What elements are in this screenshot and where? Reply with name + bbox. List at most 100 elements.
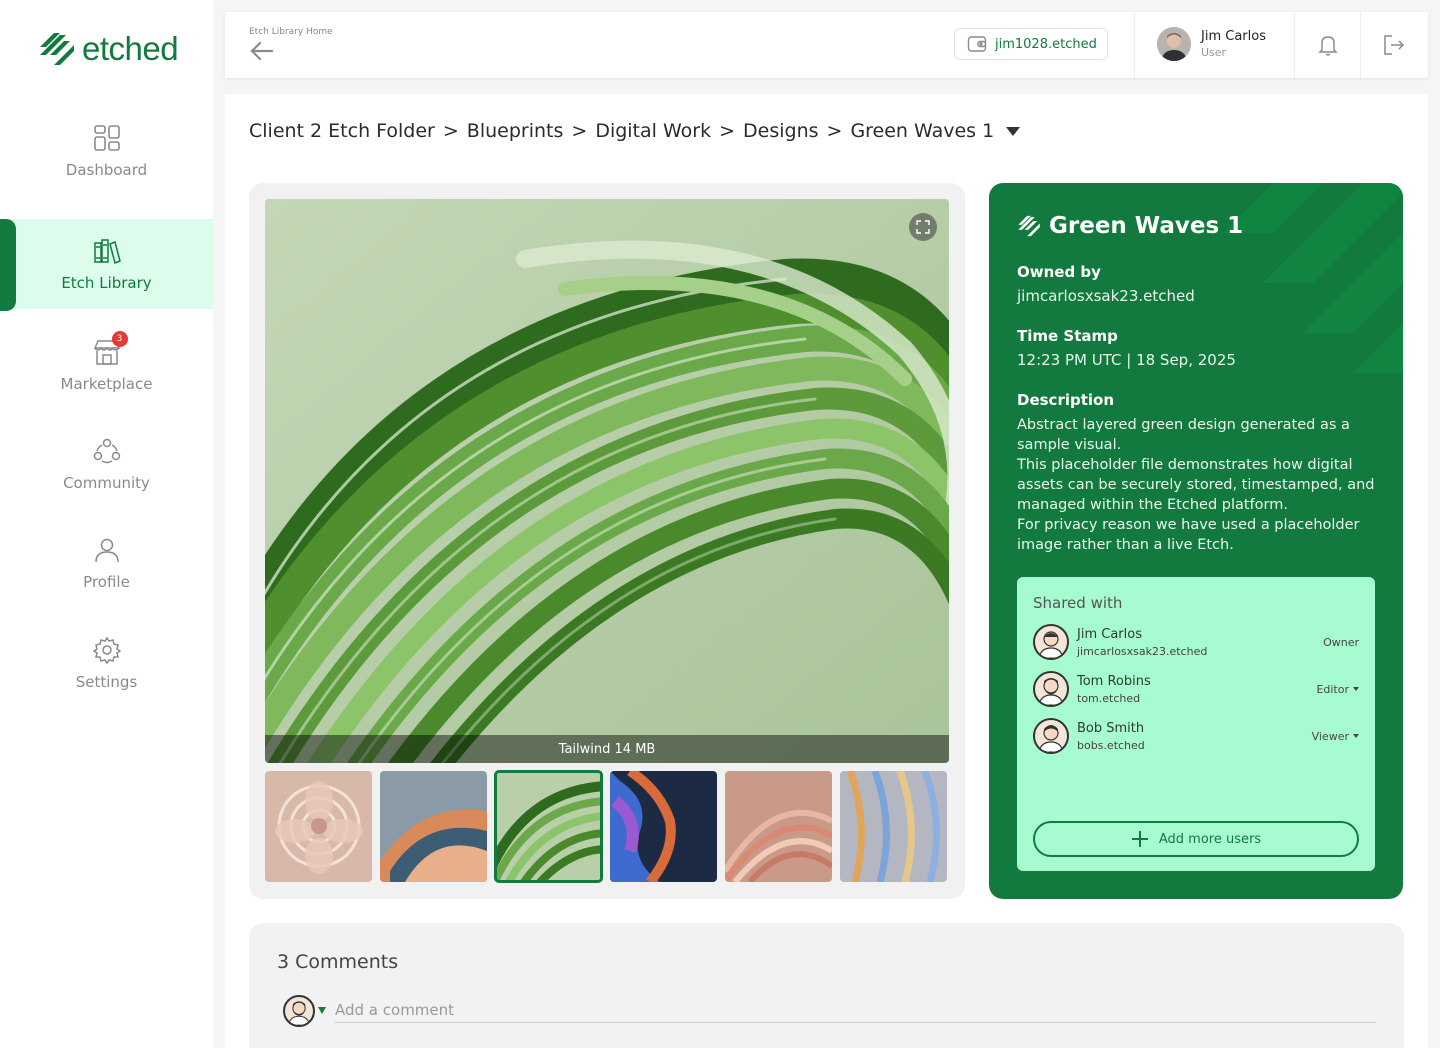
breadcrumb-item[interactable]: Blueprints: [467, 120, 564, 142]
thumbnail[interactable]: [265, 771, 372, 882]
etched-logo-icon: [40, 33, 74, 65]
thumbnail[interactable]: [380, 771, 487, 882]
top-bar: Etch Library Home jim1028.etched Jim Car…: [225, 12, 1428, 78]
sidebar-item-profile[interactable]: Profile: [0, 518, 213, 608]
logo-wordmark: etched: [82, 30, 179, 67]
shared-user-row: Bob Smith bobs.etched Viewer: [1033, 716, 1359, 756]
sidebar-item-label: Settings: [75, 673, 138, 691]
breadcrumb-dropdown-icon[interactable]: [1006, 126, 1021, 136]
description-label: Description: [1017, 391, 1115, 409]
sidebar-item-label: Profile: [83, 573, 130, 591]
wallet-icon: [967, 36, 987, 52]
divider: [1294, 12, 1295, 78]
role-dropdown[interactable]: Viewer: [1312, 730, 1359, 743]
avatar: [1033, 624, 1069, 660]
image-caption: Tailwind 14 MB: [265, 735, 949, 763]
breadcrumb-separator: >: [442, 120, 459, 142]
back-arrow-icon[interactable]: [249, 40, 275, 62]
etch-title: Green Waves 1: [1017, 213, 1243, 239]
watermark-icon: [1223, 183, 1403, 373]
etch-info-card: Green Waves 1 Owned by jimcarlosxsak23.e…: [989, 183, 1403, 899]
marketplace-badge: 3: [111, 331, 128, 347]
main-artwork[interactable]: Tailwind 14 MB: [265, 199, 949, 763]
description-text: Abstract layered green design generated …: [1017, 417, 1375, 553]
logout-icon[interactable]: [1382, 33, 1406, 57]
comments-title: 3 Comments: [277, 951, 399, 973]
community-icon: [93, 438, 120, 464]
breadcrumb-item[interactable]: Client 2 Etch Folder: [249, 120, 435, 142]
thumbnail[interactable]: [840, 771, 947, 882]
shared-with-panel: Shared with Jim Carlos jimcarlosxsak23.e…: [1017, 577, 1375, 871]
comments-section: 3 Comments: [249, 923, 1404, 1048]
breadcrumb-item[interactable]: Digital Work: [595, 120, 711, 142]
back-label: Etch Library Home: [249, 27, 333, 37]
wallet-address: jim1028.etched: [995, 36, 1097, 52]
sidebar-item-dashboard[interactable]: Dashboard: [0, 106, 213, 196]
thumbnail-selected[interactable]: [494, 770, 603, 883]
shared-with-title: Shared with: [1033, 594, 1123, 612]
main-panel: Client 2 Etch Folder > Blueprints > Digi…: [225, 94, 1428, 1048]
breadcrumb-separator: >: [826, 120, 843, 142]
image-viewer: Tailwind 14 MB: [249, 183, 965, 899]
user-role: User: [1201, 46, 1227, 59]
owned-by-value: jimcarlosxsak23.etched: [1017, 287, 1195, 305]
divider: [1360, 12, 1361, 78]
shared-user-row: Jim Carlos jimcarlosxsak23.etched Owner: [1033, 622, 1359, 662]
sidebar: etched Dashboard Etch Library 3 Marketpl…: [0, 0, 213, 1048]
thumbnail[interactable]: [610, 771, 717, 882]
sidebar-item-settings[interactable]: Settings: [0, 618, 213, 708]
shared-user-row: Tom Robins tom.etched Editor: [1033, 669, 1359, 709]
shared-user-name: Jim Carlos: [1077, 626, 1142, 642]
user-menu[interactable]: Jim Carlos User: [1157, 27, 1266, 61]
wallet-chip[interactable]: jim1028.etched: [954, 28, 1108, 60]
sidebar-item-label: Dashboard: [65, 161, 148, 179]
shared-user-name: Bob Smith: [1077, 720, 1145, 736]
expand-icon[interactable]: [909, 213, 937, 241]
library-books-icon: [93, 239, 121, 265]
comment-input[interactable]: [335, 997, 1376, 1023]
add-more-users-button[interactable]: Add more users: [1033, 821, 1359, 857]
timestamp-label: Time Stamp: [1017, 327, 1118, 345]
sidebar-item-label: Etch Library: [61, 274, 152, 292]
bell-icon[interactable]: [1317, 33, 1339, 57]
avatar: [1157, 27, 1191, 61]
dashboard-icon: [93, 125, 120, 151]
breadcrumb-separator: >: [571, 120, 588, 142]
shared-user-handle: tom.etched: [1077, 691, 1141, 705]
sidebar-item-label: Community: [63, 474, 150, 492]
sidebar-item-etch-library[interactable]: Etch Library: [0, 219, 213, 311]
chevron-down-icon: [1353, 687, 1359, 691]
owned-by-label: Owned by: [1017, 263, 1101, 281]
chevron-down-icon: [1353, 734, 1359, 738]
avatar: [1033, 671, 1069, 707]
etched-logo[interactable]: etched: [38, 30, 179, 68]
gear-icon: [92, 636, 121, 665]
chevron-down-icon[interactable]: [318, 1007, 326, 1014]
shared-user-name: Tom Robins: [1077, 673, 1151, 689]
avatar: [1033, 718, 1069, 754]
sidebar-item-label: Marketplace: [60, 375, 153, 393]
thumbnail-strip: [265, 770, 947, 883]
breadcrumb-separator: >: [719, 120, 736, 142]
thumbnail[interactable]: [725, 771, 832, 882]
breadcrumb-current: Green Waves 1: [850, 120, 995, 142]
etch-title-text: Green Waves 1: [1049, 213, 1244, 239]
shared-user-handle: jimcarlosxsak23.etched: [1077, 644, 1208, 658]
store-icon-wrap: 3: [92, 331, 128, 367]
sidebar-item-marketplace[interactable]: 3 Marketplace: [0, 320, 213, 410]
timestamp-value: 12:23 PM UTC | 18 Sep, 2025: [1017, 351, 1236, 369]
user-name: Jim Carlos: [1201, 29, 1266, 44]
sidebar-item-community[interactable]: Community: [0, 419, 213, 509]
shared-user-handle: bobs.etched: [1077, 738, 1145, 752]
role-label: Owner: [1323, 635, 1359, 649]
plus-icon: [1131, 831, 1148, 847]
breadcrumb-item[interactable]: Designs: [743, 120, 819, 142]
etched-logo-icon: [1018, 215, 1040, 237]
avatar[interactable]: [283, 995, 315, 1027]
profile-icon: [94, 538, 119, 563]
add-more-users-label: Add more users: [1158, 831, 1262, 847]
divider: [1134, 12, 1135, 78]
breadcrumb: Client 2 Etch Folder > Blueprints > Digi…: [249, 120, 1021, 142]
role-dropdown[interactable]: Editor: [1316, 683, 1359, 696]
green-waves-image: [265, 199, 949, 763]
